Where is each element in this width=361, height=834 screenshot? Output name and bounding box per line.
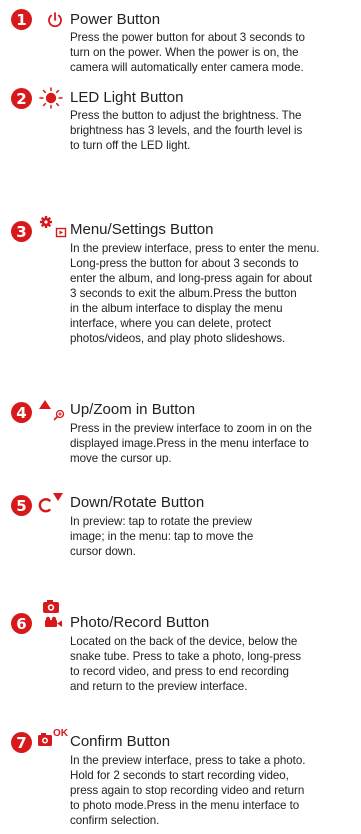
item-description: In the preview interface, press to take …: [70, 753, 360, 828]
photo-record-icon: [43, 600, 62, 627]
desc-line: Press the power button for about 3 secon…: [70, 31, 305, 44]
desc-line: Press in the preview interface to zoom i…: [70, 422, 312, 435]
power-icon: [48, 12, 62, 28]
desc-line: to turn off the LED light.: [70, 139, 191, 152]
desc-line: In preview: tap to rotate the preview: [70, 515, 252, 528]
ok-label: OK: [53, 728, 68, 739]
up-zoom-icon: [39, 400, 65, 421]
desc-line: In the preview interface, press to take …: [70, 754, 306, 767]
number-badge: 5: [11, 495, 32, 516]
item-title: Power Button: [70, 11, 161, 28]
number-badge: 7: [11, 732, 32, 753]
item-description: In preview: tap to rotate the preview im…: [70, 514, 360, 559]
item-title: Menu/Settings Button: [70, 221, 214, 238]
desc-line: press again to stop recording video and …: [70, 784, 305, 797]
item-title: Confirm Button: [70, 733, 171, 750]
number-badge: 4: [11, 402, 32, 423]
desc-line: move the cursor up.: [70, 452, 172, 465]
item-description: Located on the back of the device, below…: [70, 634, 360, 694]
desc-line: and return to the preview interface.: [70, 680, 248, 693]
number-badge: 1: [11, 9, 32, 30]
desc-line: in the album interface to display the me…: [70, 302, 283, 315]
item-title: Photo/Record Button: [70, 614, 210, 631]
desc-line: camera will automatically enter camera m…: [70, 61, 304, 74]
item-title: Up/Zoom in Button: [70, 401, 196, 418]
desc-line: to photo mode.Press in the menu interfac…: [70, 799, 300, 812]
item-description: Press in the preview interface to zoom i…: [70, 421, 360, 466]
item-title: LED Light Button: [70, 89, 184, 106]
desc-line: In the preview interface, press to enter…: [70, 242, 320, 255]
desc-line: brightness has 3 levels, and the fourth …: [70, 124, 303, 137]
item-description: Press the button to adjust the brightnes…: [70, 108, 360, 153]
desc-line: Located on the back of the device, below…: [70, 635, 298, 648]
item-title: Down/Rotate Button: [70, 494, 205, 511]
item-description: In the preview interface, press to enter…: [70, 241, 360, 346]
desc-line: enter the album, and long-press again fo…: [70, 272, 312, 285]
desc-line: confirm selection.: [70, 814, 160, 827]
desc-line: cursor down.: [70, 545, 136, 558]
item-description: Press the power button for about 3 secon…: [70, 30, 360, 75]
desc-line: Long-press the button for about 3 second…: [70, 257, 299, 270]
desc-line: interface, where you can delete, protect: [70, 317, 272, 330]
number-badge: 2: [11, 88, 32, 109]
led-light-icon: [39, 87, 63, 109]
desc-line: Press the button to adjust the brightnes…: [70, 109, 302, 122]
number-badge: 6: [11, 613, 32, 634]
desc-line: 3 seconds to exit the album.Press the bu…: [70, 287, 297, 300]
desc-line: to record video, and press to end record…: [70, 665, 289, 678]
desc-line: displayed image.Press in the menu interf…: [70, 437, 309, 450]
number-badge: 3: [11, 221, 32, 242]
desc-line: snake tube. Press to take a photo, long-…: [70, 650, 302, 663]
desc-line: Hold for 2 seconds to start recording vi…: [70, 769, 289, 782]
gear-menu-icon: [40, 216, 67, 238]
desc-line: turn on the power. When the power is on,…: [70, 46, 299, 59]
down-rotate-icon: [38, 493, 63, 513]
desc-line: image; in the menu: tap to move the: [70, 530, 254, 543]
desc-line: photos/videos, and play photo slideshows…: [70, 332, 286, 345]
